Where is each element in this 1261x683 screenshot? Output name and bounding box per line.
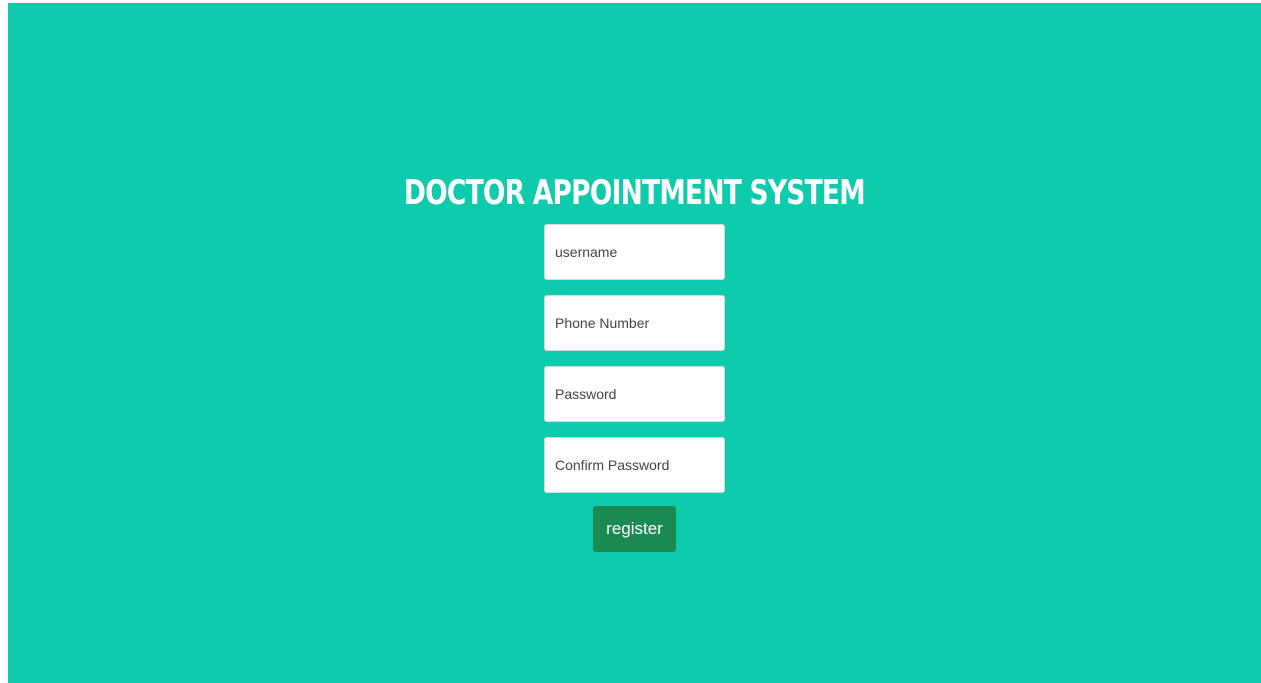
username-input[interactable] (544, 224, 725, 280)
register-button[interactable]: register (593, 506, 676, 552)
registration-form (544, 224, 725, 508)
confirm-password-input[interactable] (544, 437, 725, 493)
page-title: DOCTOR APPOINTMENT SYSTEM (403, 173, 866, 213)
phone-number-input[interactable] (544, 295, 725, 351)
password-input[interactable] (544, 366, 725, 422)
